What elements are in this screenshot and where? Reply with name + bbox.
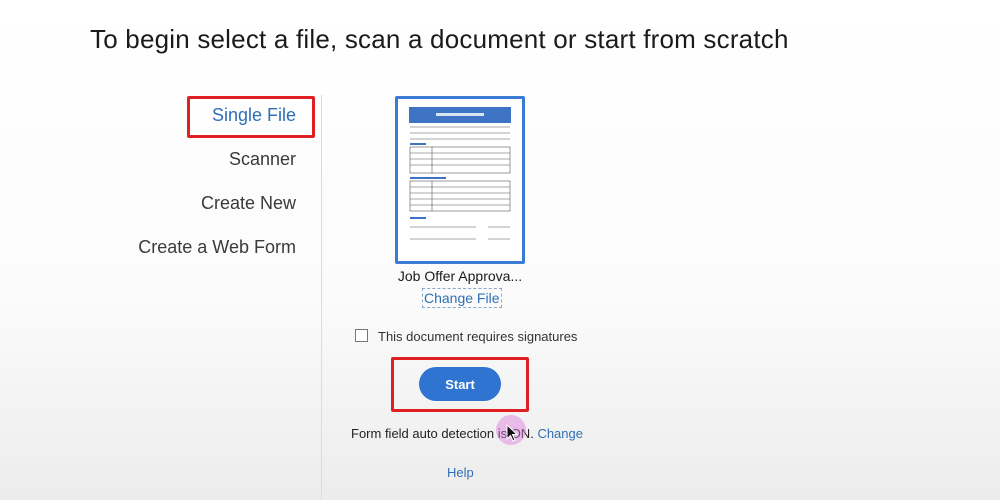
vertical-divider — [321, 95, 322, 500]
annotation-highlight-box — [187, 96, 315, 138]
auto-detection-change-link[interactable]: Change — [537, 426, 583, 441]
page-heading: To begin select a file, scan a document … — [90, 24, 789, 54]
start-button[interactable]: Start — [419, 367, 501, 401]
help-link[interactable]: Help — [447, 465, 474, 480]
signature-checkbox-label[interactable]: This document requires signatures — [378, 329, 577, 344]
signature-checkbox[interactable] — [355, 329, 368, 342]
change-file-link[interactable]: Change File — [422, 288, 502, 308]
auto-detection-status: Form field auto detection is ON. Change — [351, 426, 583, 441]
file-name: Job Offer Approva... — [397, 268, 523, 284]
nav-item-create-new[interactable]: Create New — [201, 193, 296, 214]
document-thumbnail-icon[interactable] — [395, 96, 525, 264]
nav-item-scanner[interactable]: Scanner — [229, 149, 296, 170]
nav-item-create-web-form[interactable]: Create a Web Form — [138, 237, 296, 258]
mouse-cursor-icon — [506, 424, 518, 442]
